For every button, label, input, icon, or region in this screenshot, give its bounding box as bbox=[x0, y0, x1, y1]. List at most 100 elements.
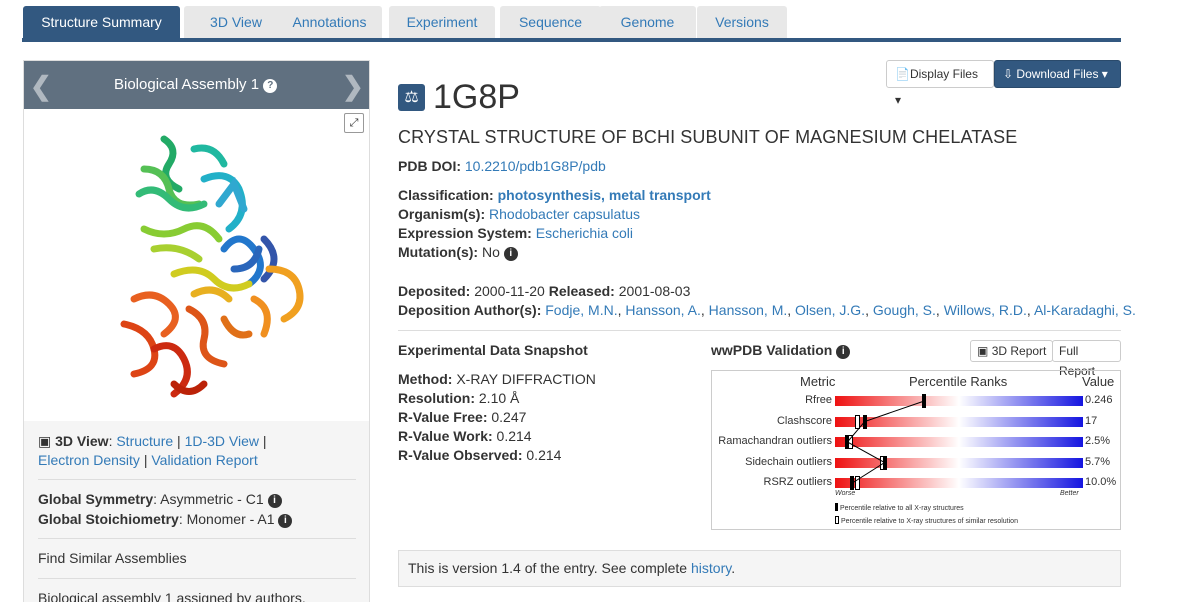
author-link[interactable]: Al-Karadaghi, S. bbox=[1034, 302, 1136, 318]
resolution-label: Resolution: bbox=[398, 390, 475, 406]
legend-similar: Percentile relative to X-ray structures … bbox=[835, 516, 1018, 525]
doi-label: PDB DOI: bbox=[398, 158, 461, 174]
method-label: Method: bbox=[398, 371, 453, 387]
classification-label: Classification: bbox=[398, 187, 494, 203]
tab-experiment[interactable]: Experiment bbox=[389, 6, 495, 38]
classification-row: Classification: photosynthesis, metal tr… bbox=[398, 187, 711, 203]
display-files-label: Display Files bbox=[909, 67, 978, 81]
doi-row: PDB DOI: 10.2210/pdb1G8P/pdb bbox=[398, 158, 606, 174]
assembly-panel: ❮ Biological Assembly 1 ? ❯ ⤢ ▣ 3D View:… bbox=[23, 60, 370, 602]
classification-link[interactable]: photosynthesis, metal transport bbox=[498, 187, 711, 203]
info-icon[interactable]: i bbox=[836, 345, 851, 359]
history-link[interactable]: history bbox=[691, 560, 731, 576]
validation-heading: wwPDB Validation i bbox=[711, 342, 851, 359]
released-label: Released: bbox=[548, 283, 615, 299]
assembly-note: Biological assembly 1 assigned by author… bbox=[38, 590, 306, 602]
doi-link[interactable]: 10.2210/pdb1G8P/pdb bbox=[465, 158, 606, 174]
info-icon[interactable]: i bbox=[267, 494, 282, 508]
organism-label: Organism(s): bbox=[398, 206, 486, 222]
tab-versions[interactable]: Versions bbox=[697, 6, 787, 38]
legend-similar-text: Percentile relative to X-ray structures … bbox=[840, 518, 1018, 525]
author-link[interactable]: Gough, S. bbox=[873, 302, 936, 318]
version-text: This is version 1.4 of the entry. See co… bbox=[408, 560, 688, 576]
released-value: 2001-08-03 bbox=[618, 283, 691, 299]
global-symmetry: Global Symmetry: Asymmetric - C1 i bbox=[38, 491, 282, 508]
validation-slider-graphic[interactable]: Metric Percentile Ranks Value Rfree 0.246… bbox=[711, 370, 1121, 530]
legend-all: Percentile relative to all X-ray structu… bbox=[835, 503, 964, 512]
symmetry-label: Global Symmetry bbox=[38, 491, 154, 507]
display-files-button[interactable]: 📄Display Files ▾ bbox=[886, 60, 994, 107]
tab-sequence[interactable]: Sequence bbox=[500, 6, 601, 38]
rwork-label: R-Value Work: bbox=[398, 428, 493, 444]
author-link[interactable]: Willows, R.D. bbox=[944, 302, 1027, 318]
organism-link[interactable]: Rhodobacter capsulatus bbox=[489, 206, 640, 222]
find-similar-assemblies-link[interactable]: Find Similar Assemblies bbox=[38, 550, 187, 566]
cube-icon: ▣ bbox=[38, 433, 52, 449]
tab-structure-summary[interactable]: Structure Summary bbox=[23, 6, 180, 38]
author-link[interactable]: Olsen, J.G. bbox=[795, 302, 865, 318]
cube-icon: ▣ bbox=[977, 344, 989, 358]
divider bbox=[38, 578, 356, 579]
divider bbox=[38, 538, 356, 539]
experimental-heading: Experimental Data Snapshot bbox=[398, 342, 588, 358]
help-icon[interactable]: ? bbox=[263, 79, 278, 93]
version-end: . bbox=[731, 560, 736, 576]
author-link[interactable]: Hansson, M. bbox=[709, 302, 788, 318]
worse-label: Worse bbox=[835, 490, 856, 497]
expand-icon[interactable]: ⤢ bbox=[344, 113, 364, 133]
assembly-title: Biological Assembly 1 bbox=[114, 76, 260, 93]
stoich-label: Global Stoichiometry bbox=[38, 511, 179, 527]
mutation-value: No bbox=[481, 244, 500, 260]
dates-row: Deposited: 2000-11-20 Released: 2001-08-… bbox=[398, 283, 690, 299]
assembly-header: ❮ Biological Assembly 1 ? ❯ bbox=[24, 61, 369, 109]
full-report-button[interactable]: Full Report bbox=[1052, 340, 1121, 378]
legend-all-text: Percentile relative to all X-ray structu… bbox=[839, 505, 964, 512]
rwork-row: R-Value Work: 0.214 bbox=[398, 428, 532, 444]
global-stoichiometry: Global Stoichiometry: Monomer - A1 i bbox=[38, 511, 293, 528]
tab-genome[interactable]: Genome bbox=[599, 6, 696, 38]
download-files-label: Download Files bbox=[1016, 67, 1099, 81]
mutation-row: Mutation(s): No i bbox=[398, 244, 518, 261]
method-row: Method: X-RAY DIFFRACTION bbox=[398, 371, 596, 387]
download-files-button[interactable]: ⇩ Download Files ▾ bbox=[994, 60, 1121, 88]
version-note: This is version 1.4 of the entry. See co… bbox=[398, 550, 1121, 587]
resolution-value: 2.10 Å bbox=[478, 390, 520, 406]
entry-id: 1G8P bbox=[433, 78, 520, 116]
file-icon: 📄 bbox=[895, 67, 910, 81]
author-link[interactable]: Fodje, M.N. bbox=[545, 302, 617, 318]
nav-tabs: Structure Summary 3D View Annotations Ex… bbox=[22, 6, 1121, 42]
info-icon[interactable]: i bbox=[278, 514, 293, 528]
robs-label: R-Value Observed: bbox=[398, 447, 523, 463]
deposited-label: Deposited: bbox=[398, 283, 471, 299]
molecule-viewer[interactable] bbox=[24, 109, 369, 421]
info-icon[interactable]: i bbox=[503, 247, 518, 261]
authors-label: Deposition Author(s): bbox=[398, 302, 542, 318]
electron-density-link[interactable]: Electron Density bbox=[38, 452, 140, 468]
better-label: Better bbox=[1060, 490, 1079, 497]
entry-title: CRYSTAL STRUCTURE OF BCHI SUBUNIT OF MAG… bbox=[398, 127, 1018, 147]
expression-label: Expression System: bbox=[398, 225, 532, 241]
robs-value: 0.214 bbox=[526, 447, 562, 463]
tab-annotations[interactable]: Annotations bbox=[277, 6, 382, 38]
resolution-row: Resolution: 2.10 Å bbox=[398, 390, 519, 406]
3d-report-button[interactable]: ▣ 3D Report bbox=[970, 340, 1054, 362]
expression-link[interactable]: Escherichia coli bbox=[536, 225, 633, 241]
divider bbox=[398, 330, 1121, 331]
robs-row: R-Value Observed: 0.214 bbox=[398, 447, 561, 463]
view3d-label: 3D View bbox=[55, 433, 109, 449]
structure-link[interactable]: Structure bbox=[116, 433, 173, 449]
percentile-connector-line bbox=[846, 400, 925, 484]
chevron-left-icon[interactable]: ❮ bbox=[30, 71, 52, 102]
validation-report-link[interactable]: Validation Report bbox=[151, 452, 257, 468]
method-value: X-RAY DIFFRACTION bbox=[456, 371, 596, 387]
chevron-right-icon[interactable]: ❯ bbox=[342, 71, 364, 102]
tab-3d-view[interactable]: 3D View bbox=[184, 6, 288, 38]
rfree-row: R-Value Free: 0.247 bbox=[398, 409, 526, 425]
1d-3d-view-link[interactable]: 1D-3D View bbox=[185, 433, 259, 449]
molecule-image bbox=[120, 135, 304, 398]
3d-report-label: 3D Report bbox=[991, 344, 1047, 358]
divider bbox=[38, 479, 356, 480]
rwork-value: 0.214 bbox=[496, 428, 532, 444]
authors-row: Deposition Author(s): Fodje, M.N., Hanss… bbox=[398, 302, 1136, 318]
author-link[interactable]: Hansson, A. bbox=[625, 302, 701, 318]
